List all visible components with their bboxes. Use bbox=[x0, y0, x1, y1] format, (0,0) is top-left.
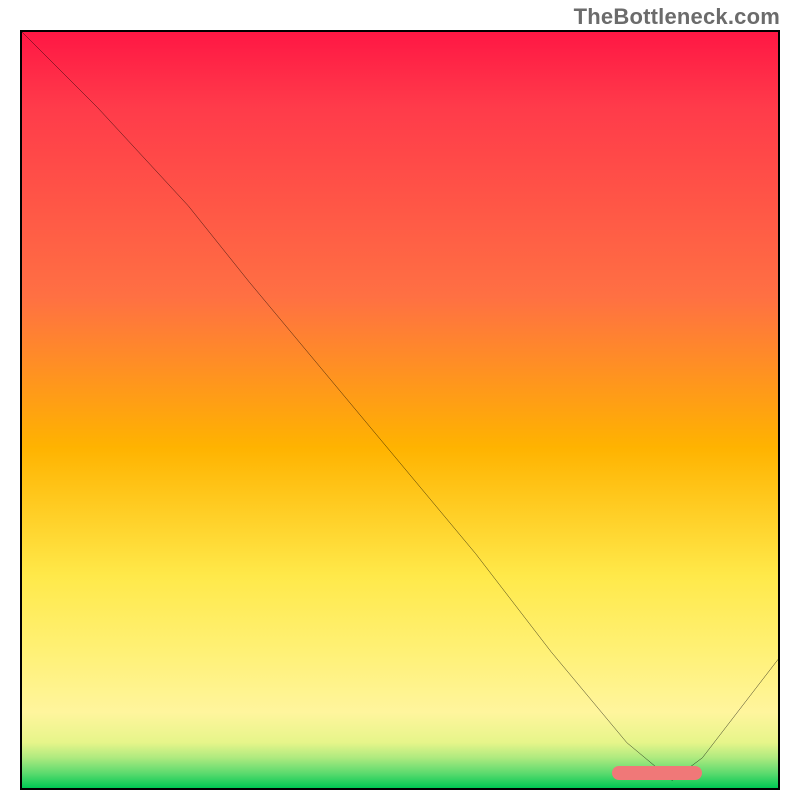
bottleneck-curve bbox=[22, 32, 778, 788]
plot-area bbox=[20, 30, 780, 790]
watermark-text: TheBottleneck.com bbox=[574, 4, 780, 30]
chart-frame: TheBottleneck.com bbox=[0, 0, 800, 800]
curve-path bbox=[22, 32, 778, 780]
optimal-range-marker bbox=[612, 766, 703, 780]
